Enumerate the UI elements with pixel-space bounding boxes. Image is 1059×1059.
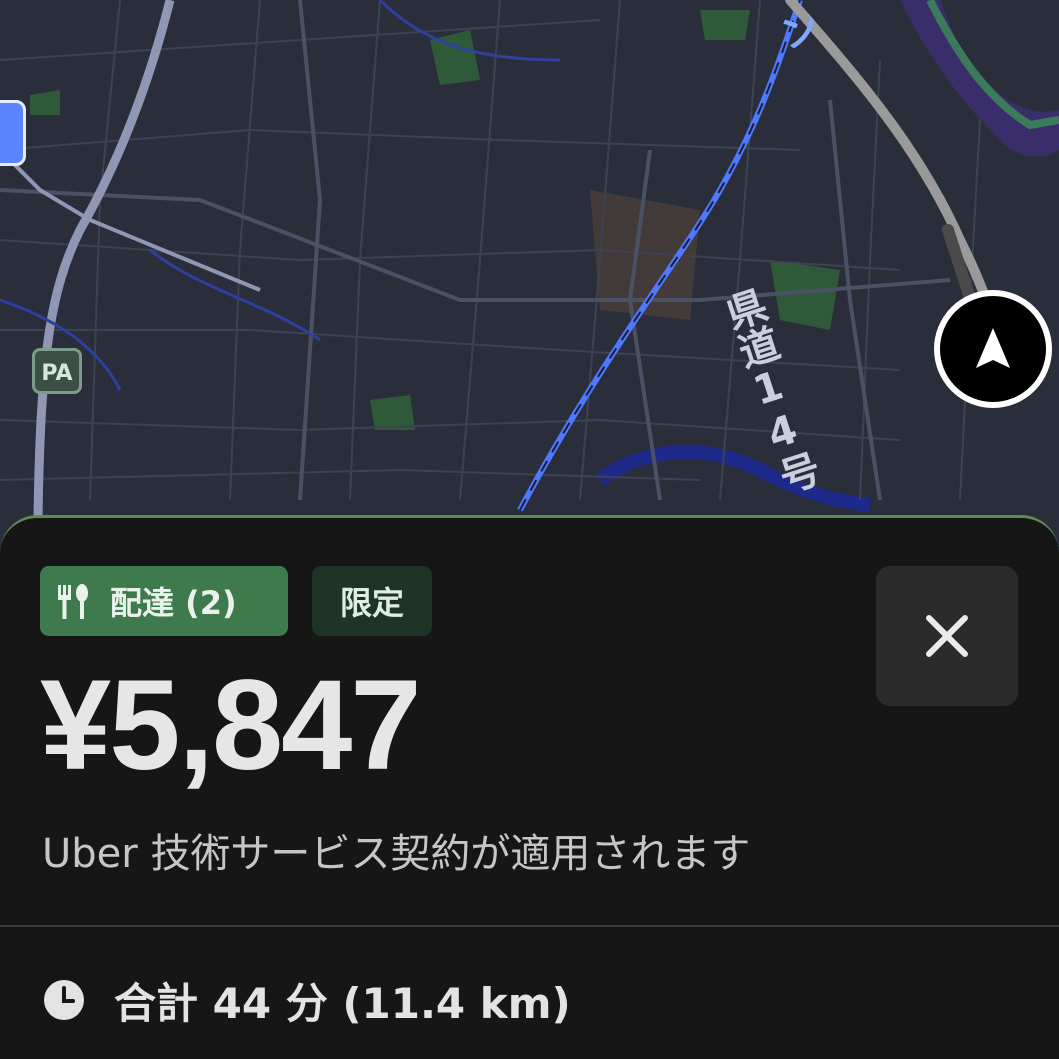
highway-shield-icon	[0, 100, 26, 166]
duration-row: 合計 44 分 (11.4 km)	[42, 970, 571, 1030]
terms-text: Uber 技術サービス契約が適用されます	[42, 831, 751, 877]
parking-area-badge: PA	[32, 348, 82, 394]
delivery-chip: 配達 (2)	[40, 566, 288, 636]
close-icon	[926, 615, 968, 657]
fork-knife-icon	[58, 584, 88, 619]
navigation-arrow-icon[interactable]	[934, 290, 1052, 408]
divider	[0, 925, 1059, 927]
duration-text: 合計 44 分 (11.4 km)	[114, 978, 571, 1028]
limited-chip: 限定	[312, 566, 432, 636]
delivery-chip-label: 配達 (2)	[110, 584, 237, 622]
offer-sheet: 配達 (2) 限定 ¥5,847 Uber 技術サービス契約が適用されます 合計…	[0, 515, 1059, 1059]
limited-chip-label: 限定	[339, 584, 404, 622]
offer-price: ¥5,847	[40, 654, 421, 797]
close-button[interactable]	[876, 566, 1018, 706]
clock-icon	[44, 980, 84, 1020]
